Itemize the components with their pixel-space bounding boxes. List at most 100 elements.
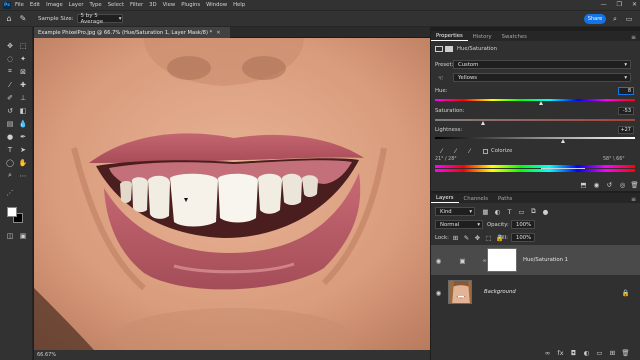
magic-wand-tool-icon[interactable]: ✦ bbox=[17, 53, 29, 64]
menu-view[interactable]: View bbox=[163, 2, 176, 8]
trash-icon[interactable]: 🗑 bbox=[630, 180, 639, 189]
saturation-slider[interactable] bbox=[435, 119, 635, 121]
history-brush-icon[interactable]: ↺ bbox=[4, 105, 16, 116]
layer-row-hue-saturation[interactable]: ◉ ▣ ∞ Hue/Saturation 1 bbox=[431, 245, 640, 275]
frame-tool-icon[interactable]: ⊠ bbox=[17, 66, 29, 77]
lock-image-icon[interactable]: ✎ bbox=[462, 233, 471, 242]
saturation-slider-thumb[interactable] bbox=[480, 121, 485, 125]
new-adjustment-icon[interactable]: ◐ bbox=[582, 348, 591, 357]
channel-select[interactable]: Yellows ▾ bbox=[453, 73, 631, 82]
blur-tool-icon[interactable]: 💧 bbox=[17, 118, 29, 129]
menu-type[interactable]: Type bbox=[90, 2, 102, 8]
filter-shape-icon[interactable]: ▭ bbox=[517, 207, 526, 216]
share-button[interactable]: Share bbox=[584, 14, 606, 24]
menu-window[interactable]: Window bbox=[206, 2, 227, 8]
ellipse-tool-icon[interactable]: ◯ bbox=[4, 157, 16, 168]
tab-layers[interactable]: Layers bbox=[431, 194, 459, 203]
menu-3d[interactable]: 3D bbox=[149, 2, 156, 8]
filter-pixel-icon[interactable]: ▦ bbox=[481, 207, 490, 216]
pen-tool-icon[interactable]: ✒ bbox=[17, 131, 29, 142]
visibility-eye-icon[interactable]: ◉ bbox=[434, 256, 443, 265]
hand-tool-icon[interactable]: ✋ bbox=[17, 157, 29, 168]
reset-icon[interactable]: ↺ bbox=[605, 180, 614, 189]
marquee-tool-icon[interactable]: ⬚ bbox=[17, 40, 29, 51]
edit-toolbar-icon[interactable]: ⋰ bbox=[4, 187, 16, 198]
tab-history[interactable]: History bbox=[468, 32, 497, 41]
maximize-icon[interactable]: ❐ bbox=[617, 1, 622, 8]
brush-tool-icon[interactable]: ✐ bbox=[4, 92, 16, 103]
filter-adjustment-icon[interactable]: ◐ bbox=[493, 207, 502, 216]
colorize-option[interactable]: Colorize bbox=[483, 148, 512, 154]
menu-image[interactable]: Image bbox=[46, 2, 63, 8]
document-tab[interactable]: Example PhixelPro.jpg @ 66.7% (Hue/Satur… bbox=[34, 27, 230, 38]
zoom-tool-icon[interactable]: ⌕ bbox=[4, 170, 16, 181]
opacity-field[interactable]: 100% bbox=[511, 220, 535, 229]
tab-paths[interactable]: Paths bbox=[493, 194, 517, 203]
close-window-icon[interactable]: ✕ bbox=[632, 1, 637, 8]
foreground-color-swatch[interactable] bbox=[7, 207, 17, 217]
lock-transparent-icon[interactable]: ⊞ bbox=[451, 233, 460, 242]
screen-mode-icon[interactable]: ▣ bbox=[17, 230, 29, 241]
tab-swatches[interactable]: Swatches bbox=[497, 32, 532, 41]
menu-file[interactable]: File bbox=[15, 2, 24, 8]
tab-properties[interactable]: Properties bbox=[431, 32, 468, 41]
background-thumbnail[interactable] bbox=[448, 280, 472, 304]
menu-filter[interactable]: Filter bbox=[130, 2, 143, 8]
visibility-icon[interactable]: ◎ bbox=[618, 180, 627, 189]
lightness-value-field[interactable]: +27 bbox=[618, 126, 634, 134]
hue-slider-thumb[interactable] bbox=[538, 101, 543, 105]
hue-slider[interactable] bbox=[435, 99, 635, 101]
delete-layer-icon[interactable]: 🗑 bbox=[621, 348, 630, 357]
healing-brush-icon[interactable]: ✚ bbox=[17, 79, 29, 90]
search-icon[interactable]: ⌕ bbox=[610, 14, 620, 24]
fill-field[interactable]: 100% bbox=[511, 233, 535, 242]
mask-icon[interactable] bbox=[445, 46, 453, 52]
color-range-bar-bottom[interactable] bbox=[435, 169, 635, 172]
color-range-selection[interactable] bbox=[541, 168, 585, 169]
lock-position-icon[interactable]: ✥ bbox=[473, 233, 482, 242]
eyedropper-minus-icon[interactable]: ⁄ bbox=[465, 146, 474, 155]
menu-help[interactable]: Help bbox=[233, 2, 245, 8]
link-layers-icon[interactable]: ∞ bbox=[543, 348, 552, 357]
menu-plugins[interactable]: Plugins bbox=[181, 2, 200, 8]
image-canvas[interactable] bbox=[34, 38, 430, 350]
blend-mode-select[interactable]: Normal ▾ bbox=[435, 220, 483, 229]
hue-value-field[interactable]: 8 bbox=[618, 87, 634, 95]
sample-size-select[interactable]: 5 by 5 Average ▾ bbox=[76, 13, 123, 25]
panel-menu-icon[interactable]: ≡ bbox=[631, 196, 636, 203]
add-mask-icon[interactable]: ◘ bbox=[569, 348, 578, 357]
quick-mask-icon[interactable]: ◫ bbox=[4, 230, 16, 241]
workspace-icon[interactable]: ▭ bbox=[624, 14, 634, 24]
layer-name[interactable]: Background bbox=[484, 289, 516, 295]
eyedropper-icon[interactable]: ⁄ bbox=[437, 146, 446, 155]
lightness-slider[interactable] bbox=[435, 137, 635, 139]
eyedropper-tool-icon[interactable]: ✎ bbox=[18, 14, 28, 24]
close-icon[interactable]: ✕ bbox=[216, 30, 220, 36]
layer-style-icon[interactable]: fx bbox=[556, 348, 565, 357]
layer-filter-select[interactable]: Kind ▾ bbox=[435, 207, 475, 216]
crop-tool-icon[interactable]: ⌗ bbox=[4, 66, 16, 77]
dodge-tool-icon[interactable]: ● bbox=[4, 131, 16, 142]
photoshop-logo-icon[interactable]: Ps bbox=[3, 1, 11, 9]
eraser-tool-icon[interactable]: ◧ bbox=[17, 105, 29, 116]
new-layer-icon[interactable]: ⊞ bbox=[608, 348, 617, 357]
menu-layer[interactable]: Layer bbox=[69, 2, 84, 8]
saturation-value-field[interactable]: -53 bbox=[618, 107, 634, 115]
minimize-icon[interactable]: — bbox=[601, 1, 607, 8]
menu-select[interactable]: Select bbox=[108, 2, 124, 8]
zoom-level[interactable]: 66.67% bbox=[37, 352, 56, 358]
filter-smart-object-icon[interactable]: ⧉ bbox=[529, 207, 538, 216]
layer-row-background[interactable]: ◉ Background 🔒 bbox=[431, 277, 640, 307]
gradient-tool-icon[interactable]: ▤ bbox=[4, 118, 16, 129]
menu-edit[interactable]: Edit bbox=[30, 2, 40, 8]
lasso-tool-icon[interactable]: ◌ bbox=[4, 53, 16, 64]
tab-channels[interactable]: Channels bbox=[459, 194, 494, 203]
lock-artboard-icon[interactable]: ⬚ bbox=[484, 233, 493, 242]
filter-type-icon[interactable]: T bbox=[505, 207, 514, 216]
clip-to-layer-icon[interactable]: ⬒ bbox=[579, 180, 588, 189]
view-previous-icon[interactable]: ◉ bbox=[592, 180, 601, 189]
more-tools-icon[interactable]: ⋯ bbox=[17, 170, 29, 181]
panel-menu-icon[interactable]: ≡ bbox=[631, 34, 636, 41]
visibility-eye-icon[interactable]: ◉ bbox=[434, 288, 443, 297]
eyedropper-plus-icon[interactable]: ⁄ bbox=[451, 146, 460, 155]
